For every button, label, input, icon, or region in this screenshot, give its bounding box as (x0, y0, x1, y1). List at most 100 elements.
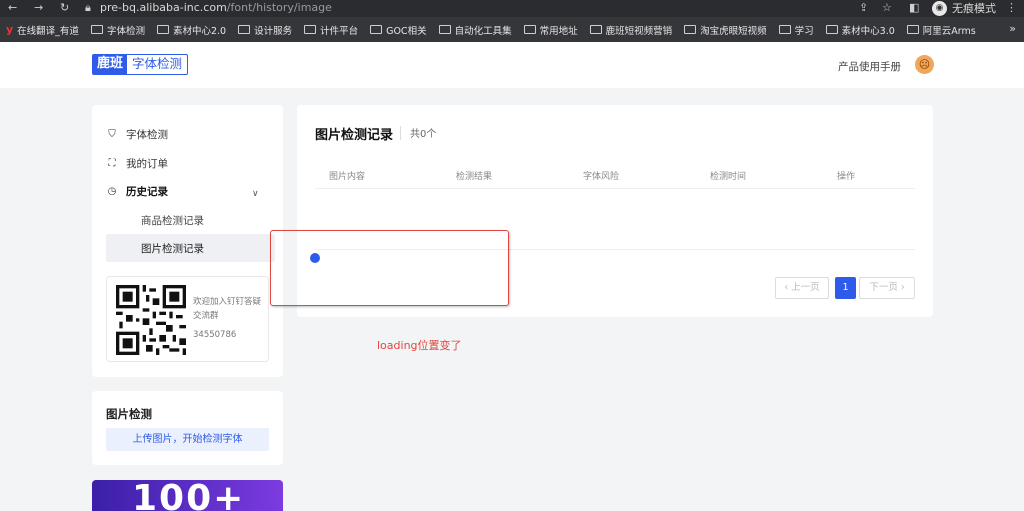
logo-brand: 鹿班 (93, 55, 128, 74)
qr-group-number: 34550786 (193, 330, 237, 340)
incognito-label: 无痕模式 (952, 2, 996, 15)
url-host: pre-bq.alibaba-inc.com (100, 1, 227, 14)
bookmark-label: 常用地址 (539, 25, 578, 37)
logo-product: 字体检测 (132, 56, 183, 71)
folder-icon (684, 25, 697, 34)
bookmark-item[interactable]: 学习 (778, 23, 814, 37)
folder-icon (304, 25, 317, 34)
prev-page-button[interactable]: ‹ 上一页 (775, 277, 829, 299)
folder-icon (90, 25, 103, 34)
upload-card-title: 图片检测 (106, 407, 152, 421)
bookmark-label: 素材中心3.0 (841, 25, 895, 37)
bookmark-item[interactable]: 常用地址 (523, 23, 578, 37)
sidebar-item-my-orders[interactable]: ⛶ 我的订单 (106, 156, 169, 171)
bookmarks-bar: y 在线翻译_有道 字体检测 素材中心2.0 设计服务 计件平台 GOC相关 自动… (0, 17, 1024, 42)
column-header: 操作 (837, 172, 856, 182)
annotation-text: loading位置变了 (377, 339, 462, 352)
chevron-right-icon: › (897, 282, 905, 293)
bookmark-item[interactable]: 自动化工具集 (438, 23, 512, 37)
folder-icon (589, 25, 602, 34)
qr-code (116, 285, 186, 355)
bookmark-label: 在线翻译_有道 (17, 25, 79, 37)
folder-icon (238, 25, 251, 34)
chevron-down-icon[interactable]: ∨ (252, 189, 259, 199)
folder-icon (370, 25, 383, 34)
url-path: /font/history/image (226, 1, 332, 14)
bookmark-label: 计件平台 (320, 25, 359, 37)
folder-icon (438, 25, 451, 34)
record-count: 共0个 (410, 129, 437, 140)
qr-description: 欢迎加入钉钉答疑交流群 (193, 297, 262, 321)
promo-text: 100+ (132, 480, 246, 511)
bookmark-label: 字体检测 (106, 25, 145, 37)
sidebar-item-font-check[interactable]: ⛉ 字体检测 (106, 127, 168, 142)
bookmark-item[interactable]: 鹿班短视频营销 (589, 23, 673, 37)
bookmark-label: 淘宝虎眼短视频 (700, 25, 767, 37)
sidebar-item-label: 历史记录 (126, 186, 168, 198)
incognito-indicator[interactable]: ◉ 无痕模式 (932, 0, 996, 16)
bookmark-label: 设计服务 (254, 25, 293, 37)
manual-link[interactable]: 产品使用手册 (838, 59, 901, 74)
sidebar-subitem-product-records[interactable]: 商品检测记录 (141, 213, 204, 228)
prev-page-label: 上一页 (791, 282, 820, 293)
page-header: 鹿班 字体检测 产品使用手册 ☹ (0, 42, 1024, 88)
bookmark-label: 鹿班短视频营销 (605, 25, 673, 37)
column-header: 字体风险 (583, 172, 620, 182)
bookmark-label: GOC相关 (386, 25, 427, 37)
sidebar: ⛉ 字体检测 ⛶ 我的订单 ◷ 历史记录 ∨ 商品检测记录 图片检测记录 欢迎加… (92, 105, 283, 377)
url-field[interactable]: pre-bq.alibaba-inc.com/font/history/imag… (100, 1, 332, 14)
bookmark-item[interactable]: 阿里云Arms (906, 23, 976, 37)
star-icon[interactable]: ☆ (882, 1, 892, 14)
reload-icon[interactable]: ↻ (60, 1, 69, 14)
bookmark-item[interactable]: y 在线翻译_有道 (6, 23, 79, 37)
sidebar-subitem-image-records[interactable]: 图片检测记录 (141, 241, 204, 256)
column-header: 图片内容 (329, 172, 366, 182)
upload-card: 图片检测 上传图片，开始检测字体 (92, 391, 283, 465)
incognito-icon: ◉ (932, 0, 947, 16)
next-page-label: 下一页 (869, 282, 898, 293)
folder-icon (906, 25, 919, 34)
sidebar-item-history[interactable]: ◷ 历史记录 (106, 184, 168, 199)
annotation-box (270, 230, 509, 306)
logo[interactable]: 鹿班 字体检测 (92, 54, 189, 75)
bookmark-item[interactable]: GOC相关 (370, 23, 427, 37)
promo-banner[interactable]: 100+ (92, 480, 283, 511)
column-header: 检测时间 (710, 172, 747, 182)
folder-icon (156, 25, 169, 34)
shield-icon: ⛉ (108, 128, 116, 140)
menu-icon[interactable]: ⋮ (1006, 1, 1017, 14)
bag-icon: ⛶ (108, 157, 116, 169)
bookmark-item[interactable]: 淘宝虎眼短视频 (684, 23, 767, 37)
bookmark-item[interactable]: 设计服务 (238, 23, 292, 37)
forward-icon[interactable]: → (34, 1, 43, 14)
bookmark-item[interactable]: 字体检测 (90, 23, 145, 37)
column-header: 检测结果 (456, 172, 493, 182)
page-number-button[interactable]: 1 (835, 277, 856, 299)
history-icon: ◷ (107, 185, 117, 197)
sidebar-toggle-icon[interactable]: ◧ (909, 1, 919, 14)
qr-card: 欢迎加入钉钉答疑交流群 34550786 (106, 276, 269, 362)
lock-icon: 🔒︎ (85, 1, 91, 14)
bookmark-label: 素材中心2.0 (172, 25, 227, 37)
avatar[interactable]: ☹ (915, 55, 934, 74)
table-header: 图片内容 检测结果 字体风险 检测时间 操作 (315, 163, 915, 189)
bookmark-label: 学习 (794, 25, 814, 37)
sidebar-item-label: 我的订单 (126, 158, 168, 170)
bookmark-item[interactable]: 计件平台 (304, 23, 358, 37)
bookmark-item[interactable]: 素材中心3.0 (825, 23, 895, 37)
back-icon[interactable]: ← (8, 1, 17, 14)
folder-icon (778, 25, 791, 34)
page-title: 图片检测记录 (315, 128, 394, 143)
title-divider (400, 126, 401, 140)
folder-icon (825, 25, 838, 34)
more-bookmarks-icon[interactable]: » (1009, 22, 1016, 35)
bookmark-label: 阿里云Arms (922, 25, 976, 37)
share-icon[interactable]: ⇪ (859, 1, 868, 14)
bookmark-label: 自动化工具集 (454, 25, 512, 37)
youdao-icon: y (6, 23, 14, 36)
folder-icon (523, 25, 536, 34)
browser-address-bar: ← → ↻ 🔒︎ pre-bq.alibaba-inc.com/font/his… (0, 0, 1024, 17)
next-page-button[interactable]: 下一页 › (859, 277, 915, 299)
bookmark-item[interactable]: 素材中心2.0 (156, 23, 227, 37)
upload-button[interactable]: 上传图片，开始检测字体 (106, 428, 269, 451)
